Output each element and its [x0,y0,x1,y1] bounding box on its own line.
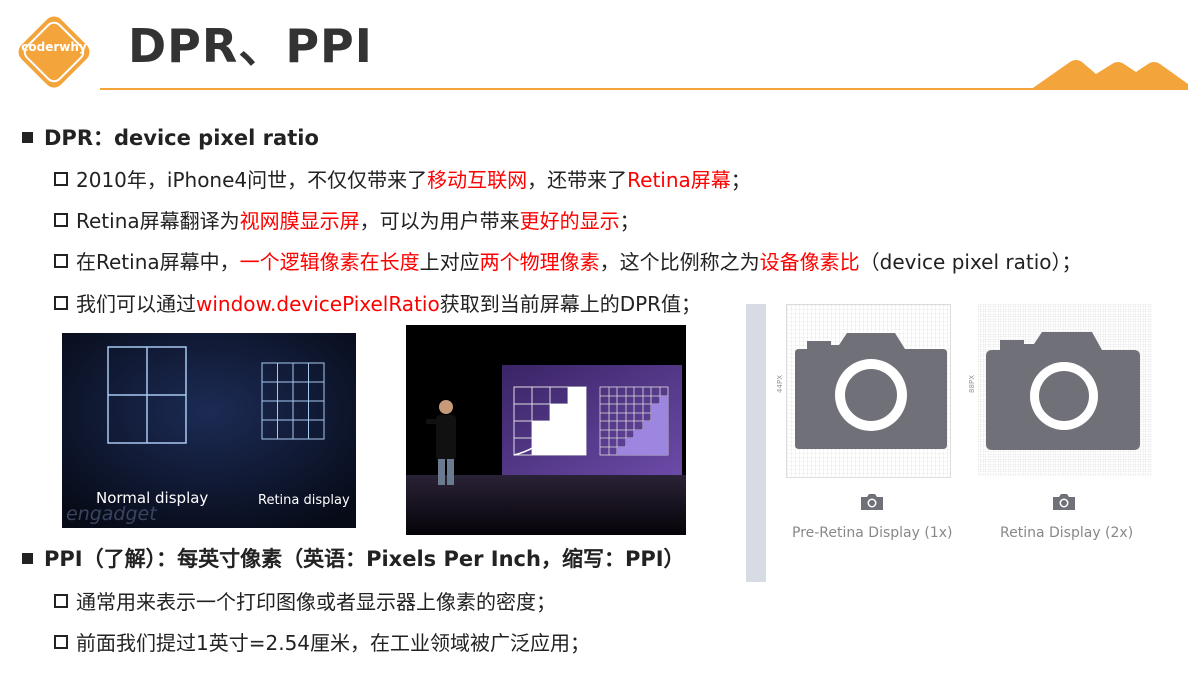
size-1x-label: 44PX [776,375,784,393]
dpr-item-1-part: ，还带来了 [527,168,628,192]
dpr-item-3-part: 在Retina屏幕中， [76,250,240,274]
dpr-item-1: 2010年，iPhone4问世，不仅仅带来了移动互联网，还带来了Retina屏幕… [54,166,751,194]
dpr-item-4: 我们可以通过window.devicePixelRatio获取到当前屏幕上的DP… [54,290,701,318]
coderwhy-logo: coderwhy [12,10,96,94]
dpr-item-3-part: 上对应 [419,250,480,274]
highlight-text: 设备像素比 [759,250,860,274]
pre-retina-grid [786,304,951,478]
small-camera-icon-1x [861,494,883,510]
page-title: DPR、PPI [128,19,373,73]
bullet-square-icon [22,132,33,143]
dpr-item-4-part: 我们可以通过 [76,292,196,316]
bullet-hollow-square-icon [54,172,68,186]
highlight-text: window.devicePixelRatio [196,292,440,316]
highlight-text: 一个逻辑像素在长度 [239,250,420,274]
bullet-hollow-square-icon [54,594,68,608]
dpr-item-2: Retina屏幕翻译为视网膜显示屏，可以为用户带来更好的显示； [54,207,640,235]
highlight-text: 移动互联网 [427,168,528,192]
size-2x-label: 88PX [968,375,976,393]
bullet-hollow-square-icon [54,213,68,227]
pre-retina-label: Pre-Retina Display (1x) [792,525,953,541]
bullet-hollow-square-icon [54,254,68,268]
bullet-hollow-square-icon [54,635,68,649]
camera-icon-2x [978,304,1152,476]
dpr-item-2-part: ； [619,209,640,233]
stage-illustration [406,325,686,535]
ppi-item-2-text: 前面我们提过1英寸=2.54厘米，在工业领域被广泛应用； [76,631,591,655]
header-divider [100,88,1188,90]
ppi-item-2: 前面我们提过1英寸=2.54厘米，在工业领域被广泛应用； [54,629,590,657]
ppi-heading: PPI（了解）：每英寸像素（英语：Pixels Per Inch，缩写：PPI） [22,545,685,573]
dpr-item-2-part: Retina屏幕翻译为 [76,209,240,233]
highlight-text: Retina屏幕 [627,168,731,192]
highlight-text: 视网膜显示屏 [239,209,360,233]
normal-display-caption: Normal display [96,489,209,507]
dpr-item-2-part: ，可以为用户带来 [359,209,520,233]
highlight-text: 两个物理像素 [479,250,600,274]
normal-vs-retina-photo: engadget Normal display Retina display [62,333,356,528]
logo-text: coderwhy [21,40,87,54]
dpr-heading: DPR：device pixel ratio [22,124,319,152]
mountains-decoration [1030,60,1188,90]
dpr-item-4-part: 获取到当前屏幕上的DPR值； [439,292,702,316]
dpr-item-1-part: 2010年，iPhone4问世，不仅仅带来了 [76,168,428,192]
dpr-item-3-part: ，这个比例称之为 [599,250,760,274]
dpr-heading-text: DPR：device pixel ratio [44,126,319,150]
ppi-item-1: 通常用来表示一个打印图像或者显示器上像素的密度； [54,588,556,616]
keynote-stage-photo [406,325,686,535]
retina-label: Retina Display (2x) [1000,525,1134,541]
retina-display-caption: Retina display [258,493,350,508]
dpr-item-1-part: ； [730,168,751,192]
small-camera-icon-2x [1053,494,1075,510]
dpr-item-3-part: （device pixel ratio）； [859,250,1082,274]
ppi-heading-text: PPI（了解）：每英寸像素（英语：Pixels Per Inch，缩写：PPI） [44,547,685,571]
bullet-square-icon [22,553,33,564]
bullet-hollow-square-icon [54,296,68,310]
ppi-item-1-text: 通常用来表示一个打印图像或者显示器上像素的密度； [76,590,556,614]
ruler-decoration [746,304,766,582]
retina-grid [978,304,1152,476]
camera-icon-1x [787,305,950,477]
highlight-text: 更好的显示 [519,209,620,233]
dpr-item-3: 在Retina屏幕中，一个逻辑像素在长度上对应两个物理像素，这个比例称之为设备像… [54,248,1082,276]
pre-retina-vs-retina-figure: 44PX 88PX Pre-Retina Display (1x) Retina… [742,300,1162,590]
